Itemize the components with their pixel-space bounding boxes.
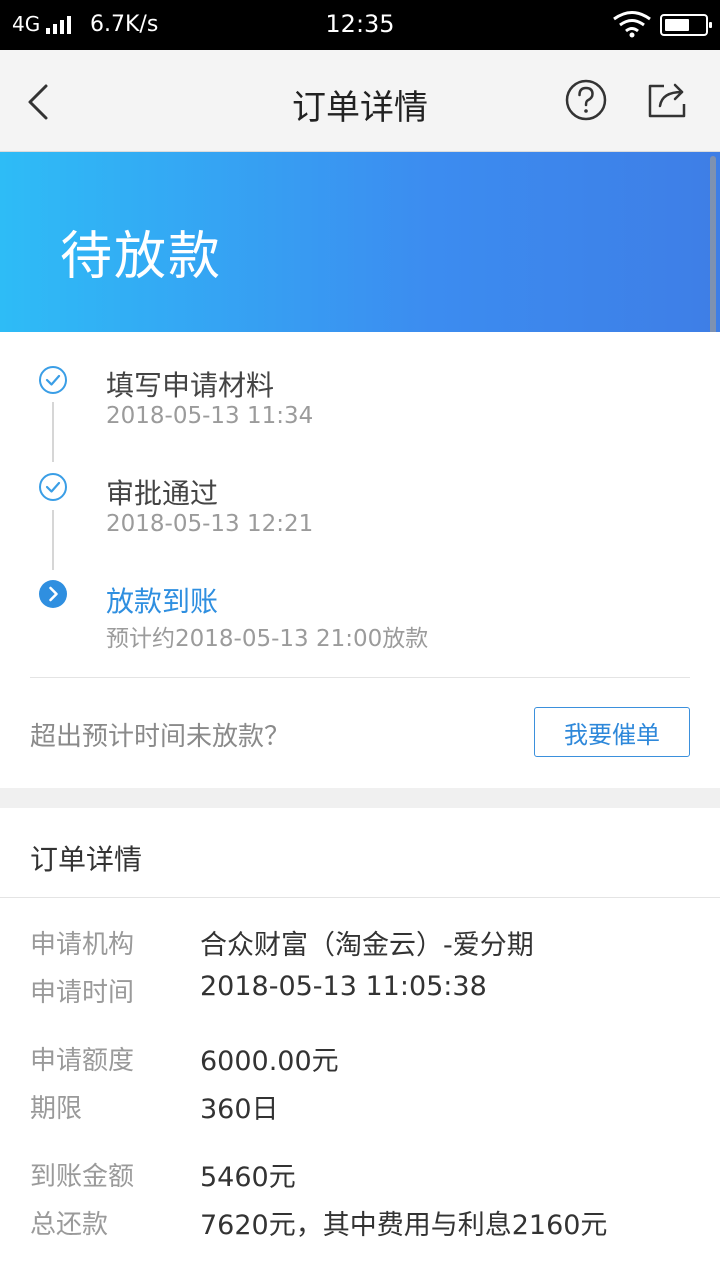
wifi-icon [613, 11, 651, 38]
detail-label: 申请额度 [30, 1046, 135, 1076]
check-circle-icon [39, 366, 67, 394]
step-title: 填写申请材料 [106, 369, 275, 402]
battery-icon [660, 14, 712, 36]
divider [0, 897, 720, 898]
detail-value: 2018-05-13 11:05:38 [200, 971, 487, 1002]
detail-value: 7620元，其中费用与利息2160元 [200, 1210, 608, 1241]
detail-value: 360日 [200, 1094, 279, 1125]
step-time: 2018-05-13 11:34 [106, 403, 314, 429]
detail-label: 申请机构 [30, 930, 135, 960]
progress-timeline: 填写申请材料 2018-05-13 11:34 审批通过 2018-05-13 … [0, 332, 720, 788]
detail-value: 合众财富（淘金云）-爱分期 [200, 930, 534, 961]
nav-bar: 订单详情 [0, 50, 720, 152]
status-banner: 待放款 [0, 152, 720, 332]
timeline-connector [52, 402, 54, 462]
step-time: 预计约2018-05-13 21:00放款 [106, 626, 429, 652]
section-separator [0, 788, 720, 808]
order-details: 订单详情 申请机构 合众财富（淘金云）-爱分期 申请时间 2018-05-13 … [0, 808, 720, 1280]
check-circle-icon [39, 473, 67, 501]
step-title: 审批通过 [106, 477, 219, 510]
divider [30, 677, 690, 678]
help-icon[interactable] [564, 78, 608, 122]
page-title: 订单详情 [292, 88, 428, 128]
section-title: 订单详情 [30, 843, 143, 876]
step-time: 2018-05-13 12:21 [106, 511, 314, 537]
detail-label: 总还款 [30, 1210, 109, 1240]
timeline-connector [52, 510, 54, 570]
step-title-current: 放款到账 [106, 585, 219, 618]
overdue-prompt: 超出预计时间未放款？ [30, 722, 291, 752]
detail-value: 5460元 [200, 1162, 296, 1193]
detail-label: 到账金额 [30, 1162, 135, 1192]
share-icon[interactable] [644, 78, 692, 122]
detail-label: 期限 [30, 1094, 83, 1124]
detail-value: 6000.00元 [200, 1046, 339, 1077]
urge-order-button[interactable]: 我要催单 [534, 707, 690, 757]
arrow-circle-icon [39, 580, 67, 608]
order-status: 待放款 [60, 227, 223, 287]
detail-label: 申请时间 [30, 978, 135, 1008]
status-bar: 4G 6.7K/s 12:35 [0, 0, 720, 50]
